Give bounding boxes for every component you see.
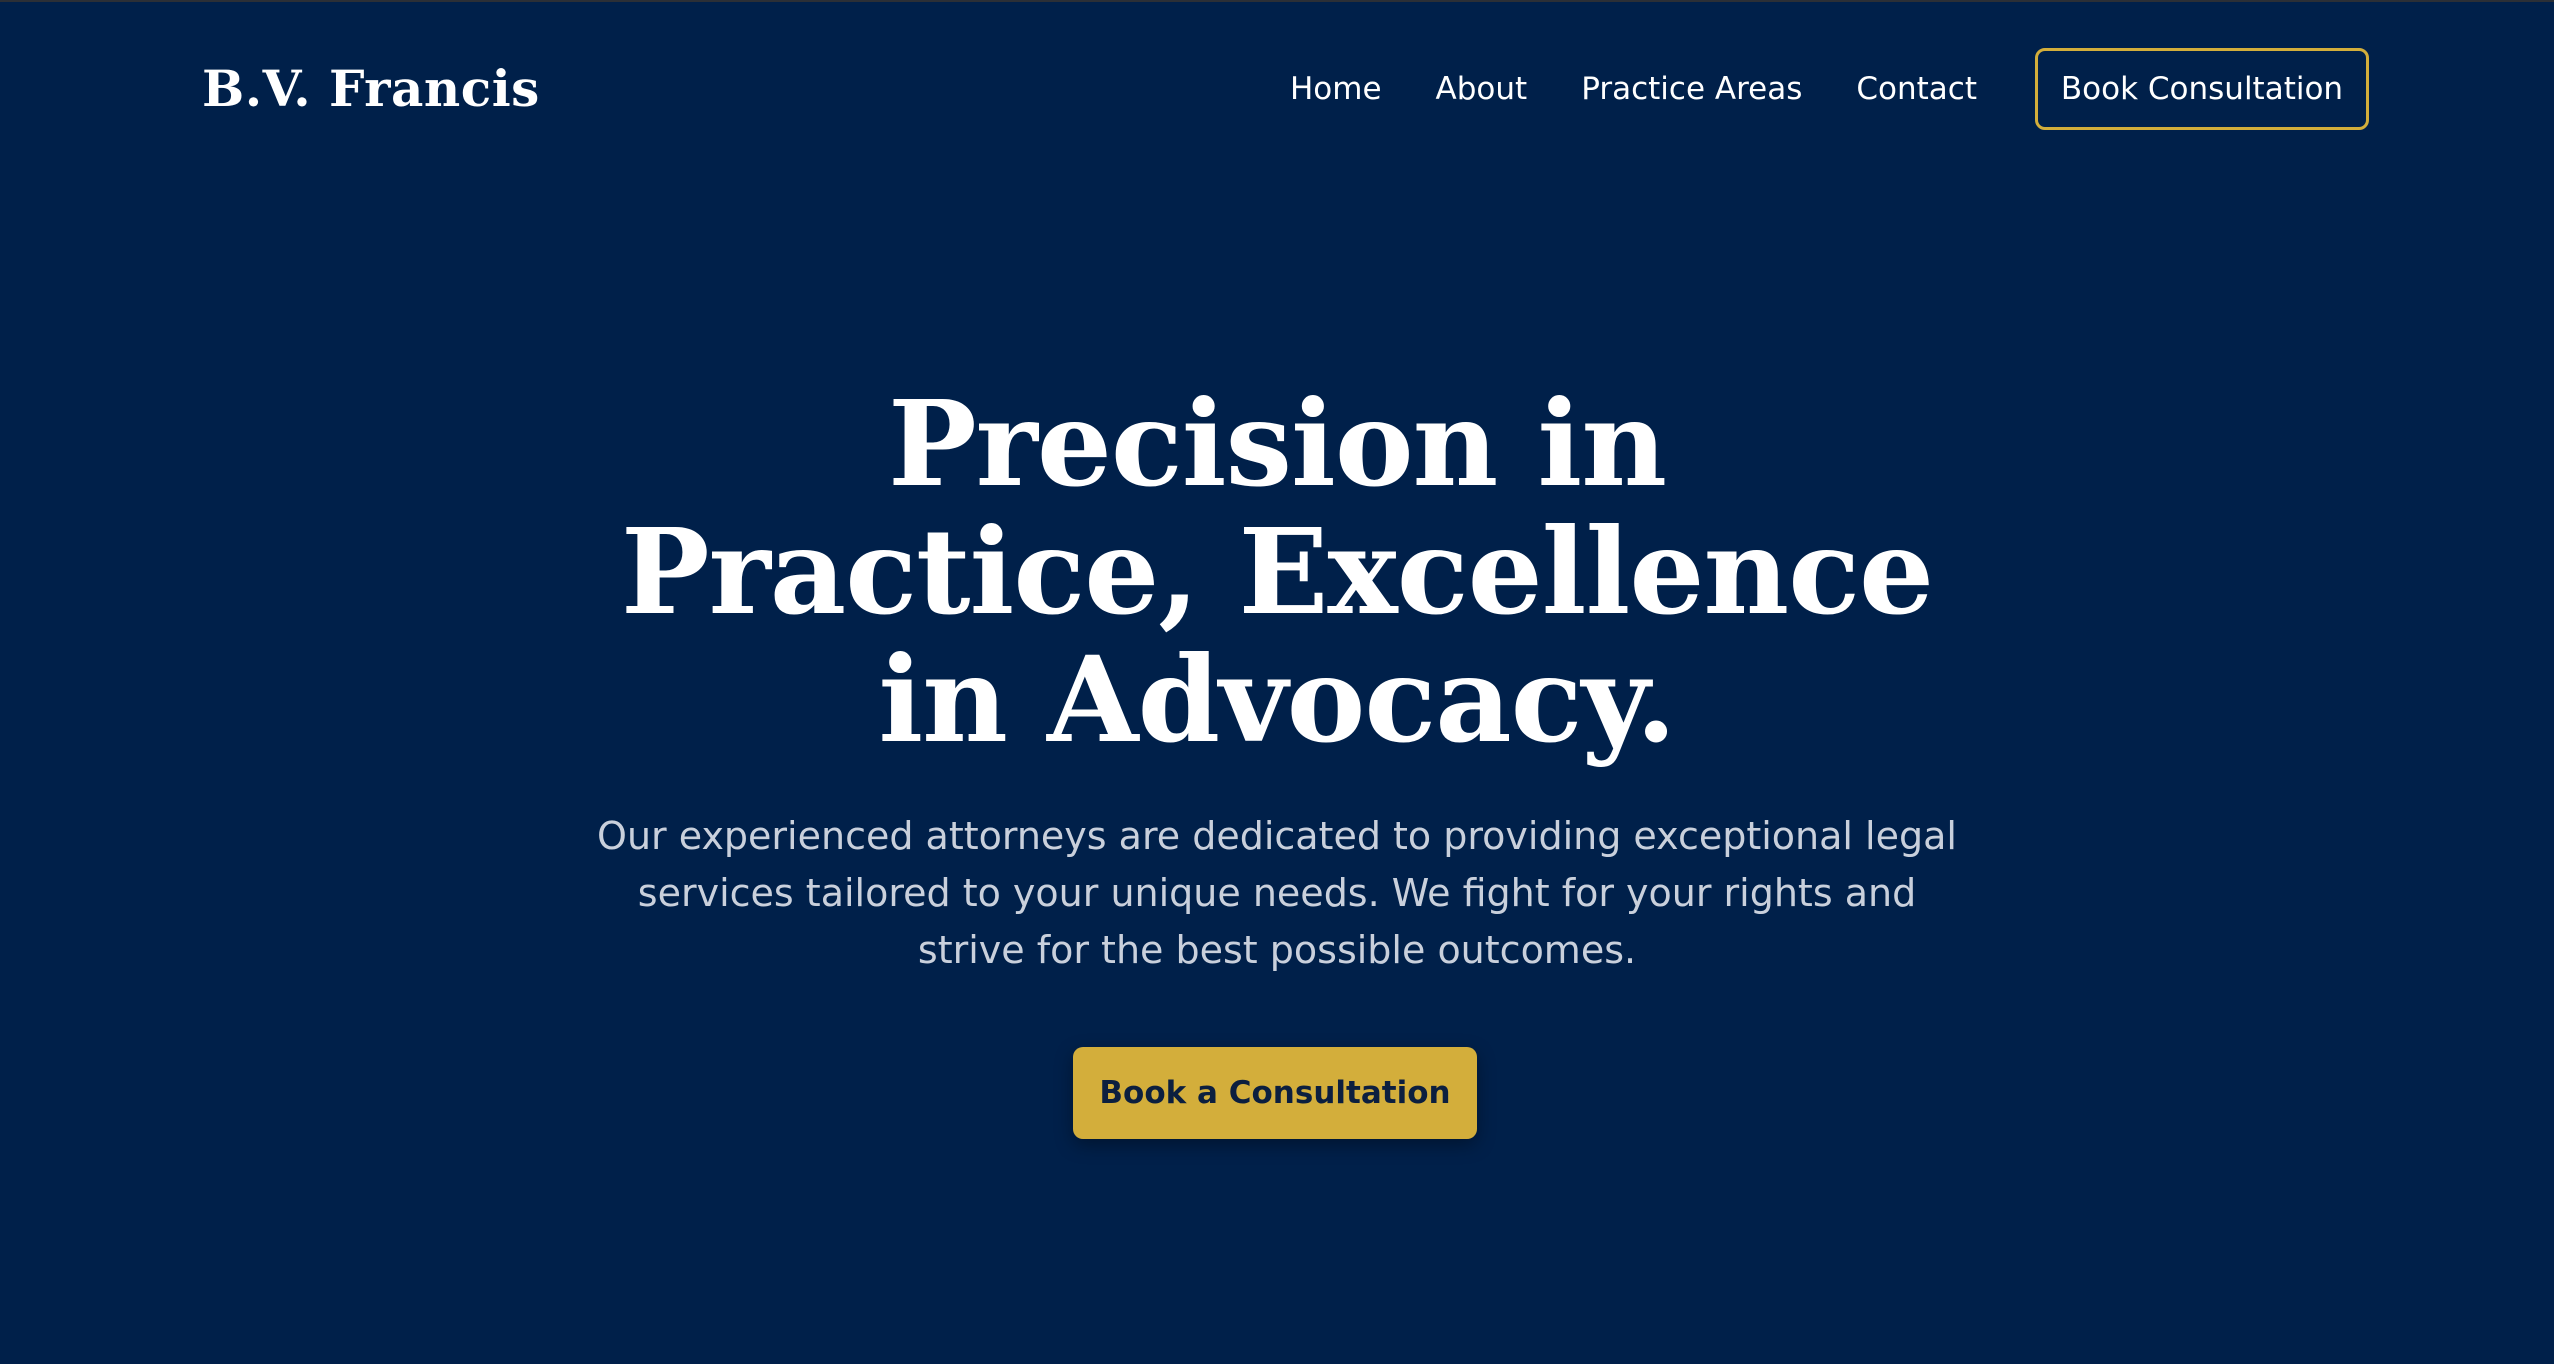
nav-link-contact[interactable]: Contact: [1856, 71, 1977, 107]
nav-link-home[interactable]: Home: [1290, 71, 1382, 107]
landing-page: B.V. Francis Home About Practice Areas C…: [0, 2, 2554, 1364]
hero-subtitle-line: Our experienced attorneys are dedicated …: [597, 814, 1957, 858]
hero-title-line: in Advocacy.: [878, 630, 1676, 769]
main-nav: Home About Practice Areas Contact Book C…: [1290, 46, 2369, 132]
book-consultation-button[interactable]: Book Consultation: [2034, 48, 2369, 130]
hero-title: Precision in Practice, Excellence in Adv…: [527, 380, 2027, 764]
hero-subtitle-line: services tailored to your unique needs. …: [637, 871, 1917, 915]
hero-title-line: Practice, Excellence: [620, 502, 1934, 641]
hero-title-line: Precision in: [887, 374, 1667, 513]
hero-subtitle-line: strive for the best possible outcomes.: [917, 928, 1637, 972]
nav-link-about[interactable]: About: [1436, 71, 1528, 107]
nav-link-practice-areas[interactable]: Practice Areas: [1581, 71, 1802, 107]
hero-subtitle: Our experienced attorneys are dedicated …: [577, 808, 1977, 979]
book-a-consultation-button[interactable]: Book a Consultation: [1073, 1047, 1477, 1139]
brand-logo[interactable]: B.V. Francis: [202, 54, 540, 124]
